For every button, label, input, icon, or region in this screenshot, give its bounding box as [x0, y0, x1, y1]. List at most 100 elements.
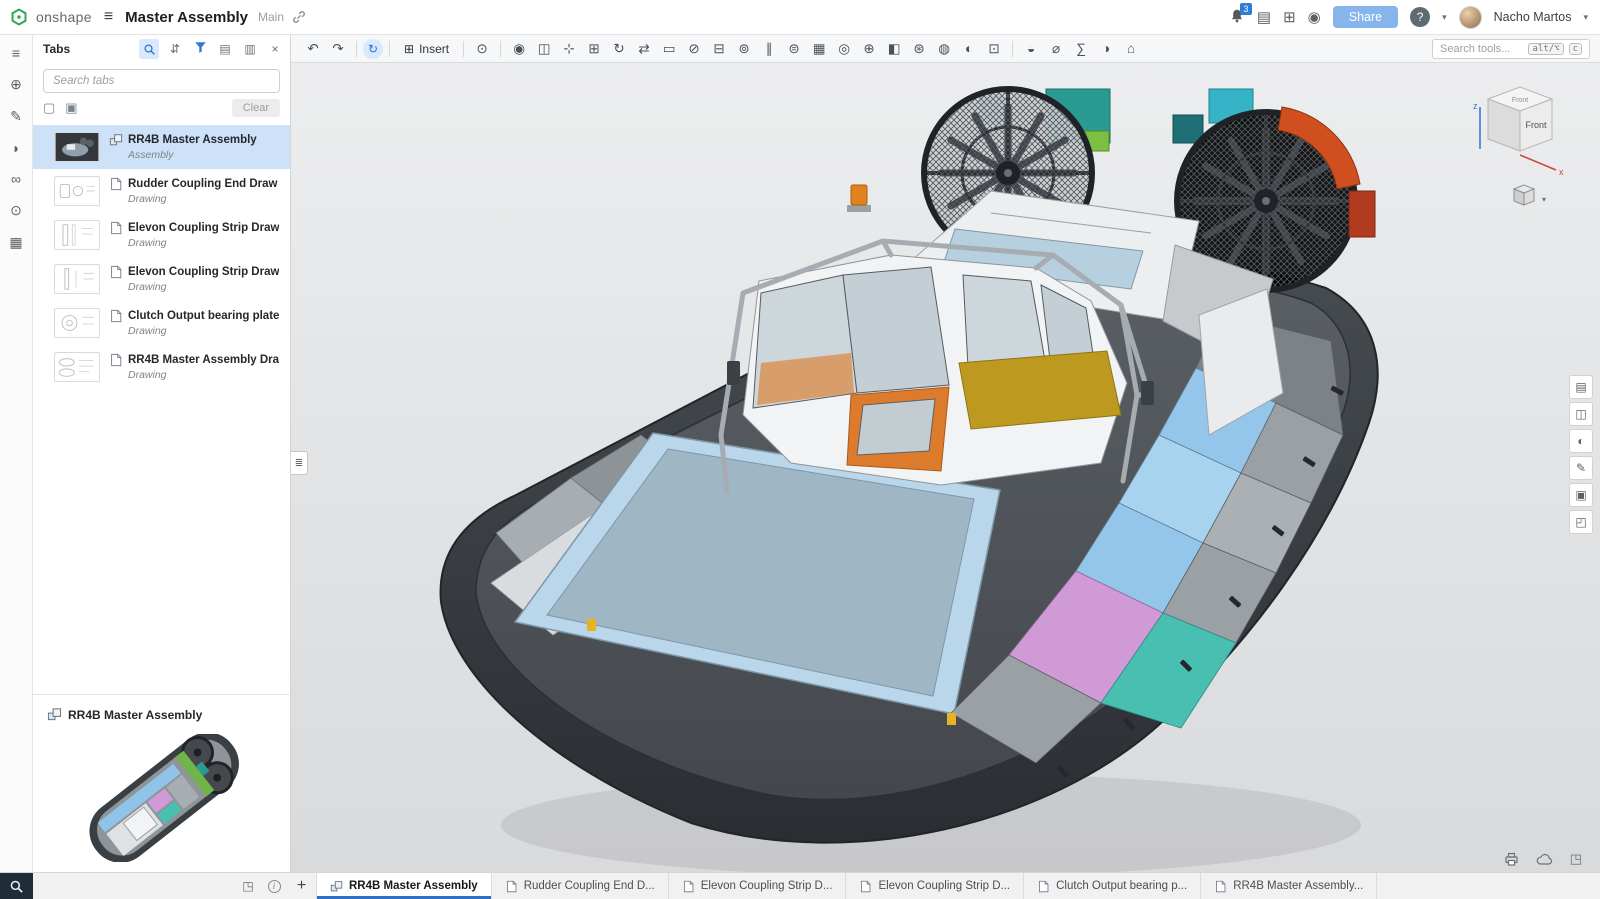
appearances-panel-icon[interactable]: ✎ [1569, 456, 1593, 480]
cylindrical-mate-icon[interactable]: ⊘ [682, 36, 706, 62]
add-tab-button[interactable]: + [287, 873, 317, 899]
updates-icon[interactable]: ◉ [1308, 8, 1321, 26]
bom-table-icon[interactable]: ▤ [1569, 375, 1593, 399]
view-options-cube-icon[interactable]: ▾ [1514, 185, 1546, 205]
history-tool-icon[interactable]: ⊙ [470, 36, 494, 62]
list-view-icon[interactable]: ▤ [216, 42, 234, 56]
panel-collapse-handle[interactable]: ≣ [291, 451, 308, 475]
cloud-sync-icon[interactable] [1536, 852, 1554, 866]
slider-mate-icon[interactable]: ⇄ [632, 36, 656, 62]
explode-icon[interactable]: ⊛ [907, 36, 931, 62]
undo-icon[interactable]: ↶ [301, 36, 325, 62]
search-tabs-icon[interactable] [139, 39, 159, 59]
user-avatar[interactable] [1459, 6, 1482, 29]
appearance-tool-icon[interactable]: ◑ [1094, 36, 1118, 62]
bottom-tab-master-assembly[interactable]: RR4B Master Assembly [317, 873, 492, 899]
document-menu-icon[interactable]: ≡ [104, 8, 113, 26]
fastened-mate-icon[interactable]: ⊞ [582, 36, 606, 62]
viewport-grid-icon[interactable]: ◳ [1570, 851, 1582, 867]
tab-list-item-rudder-coupling[interactable]: Rudder Coupling End Draw Drawing [33, 169, 290, 213]
tangent-mate-icon[interactable]: ⊜ [782, 36, 806, 62]
mate-icon[interactable]: ◉ [507, 36, 531, 62]
rollback-icon[interactable]: ↻ [363, 39, 383, 59]
user-menu-caret-icon[interactable]: ▾ [1583, 12, 1588, 23]
tab-list-item-elevon-strip-2[interactable]: Elevon Coupling Strip Draw Drawing [33, 257, 290, 301]
named-views-panel-icon[interactable]: ▣ [1569, 483, 1593, 507]
bottom-tab-elevon-strip-1[interactable]: Elevon Coupling Strip D... [669, 873, 847, 899]
appearance-icon[interactable]: ✎ [10, 108, 22, 125]
circular-pattern-icon[interactable]: ◎ [832, 36, 856, 62]
search-tabs-input[interactable] [43, 69, 280, 93]
preview-thumbnail [60, 734, 264, 862]
snapshot-icon[interactable]: ◍ [932, 36, 956, 62]
linear-pattern-icon[interactable]: ▦ [807, 36, 831, 62]
tabs-panel-header: Tabs ⇵ ▤ ▥ × [33, 35, 290, 63]
follow-mode-icon[interactable]: ⊕ [10, 76, 22, 93]
tab-item-label: Elevon Coupling Strip Draw [128, 266, 279, 278]
insert-button[interactable]: ⊞ Insert [396, 42, 457, 56]
axis-z-label: z [1473, 101, 1478, 111]
clear-filters-button[interactable]: Clear [232, 99, 280, 117]
mate-connector-icon[interactable]: ⊹ [557, 36, 581, 62]
replicate-icon[interactable]: ⊕ [857, 36, 881, 62]
tab-item-type: Drawing [128, 325, 279, 337]
share-link-icon[interactable] [292, 10, 306, 24]
tab-list-item-clutch-bearing[interactable]: Clutch Output bearing plate Drawing [33, 301, 290, 345]
filter-tabs-icon[interactable] [191, 41, 209, 57]
bottom-tab-master-drawing[interactable]: RR4B Master Assembly... [1201, 873, 1377, 899]
expand-tab-manager-icon[interactable]: ◳ [235, 873, 261, 899]
parallel-mate-icon[interactable]: ∥ [757, 36, 781, 62]
bottom-tab-elevon-strip-2[interactable]: Elevon Coupling Strip D... [846, 873, 1024, 899]
branch-label[interactable]: Main [258, 10, 284, 24]
search-tools-input[interactable]: Search tools... alt/⌥ c [1432, 39, 1590, 59]
help-caret-icon[interactable]: ▾ [1442, 12, 1447, 23]
3d-viewport-scene[interactable] [291, 63, 1600, 872]
tab-thumbnail [54, 132, 100, 162]
close-panel-icon[interactable]: × [266, 42, 284, 56]
preview-title: RR4B Master Assembly [68, 708, 202, 722]
mirror-icon[interactable]: ◧ [882, 36, 906, 62]
tab-list-item-master-drawing[interactable]: RR4B Master Assembly Dra Drawing [33, 345, 290, 389]
tables-icon[interactable]: ▦ [9, 234, 22, 251]
bottom-tab-clutch-bearing[interactable]: Clutch Output bearing p... [1024, 873, 1201, 899]
display-states-panel-icon[interactable]: ◐ [1569, 429, 1593, 453]
mass-properties-icon[interactable]: ∑ [1069, 36, 1093, 62]
outline-icon[interactable]: ≡ [12, 45, 20, 61]
linked-documents-icon[interactable]: ∞ [11, 171, 21, 187]
grid-view-icon[interactable]: ▥ [241, 42, 259, 56]
history-icon[interactable]: ⊙ [10, 202, 22, 219]
group-icon[interactable]: ◫ [532, 36, 556, 62]
pin-slot-mate-icon[interactable]: ⊟ [707, 36, 731, 62]
redo-icon[interactable]: ↷ [326, 36, 350, 62]
tab-list-item-master-assembly[interactable]: RR4B Master Assembly Assembly [33, 125, 290, 169]
notes-icon[interactable]: ▤ [1257, 8, 1271, 26]
comments-icon[interactable]: ◗ [12, 140, 20, 156]
document-search-button[interactable] [0, 873, 33, 899]
drawing-icon [1214, 880, 1227, 893]
bottom-tab-rudder-coupling[interactable]: Rudder Coupling End D... [492, 873, 669, 899]
sort-tabs-icon[interactable]: ⇵ [166, 42, 184, 56]
named-views-icon[interactable]: ⌂ [1119, 36, 1143, 62]
drawing-icon [859, 880, 872, 893]
print-icon[interactable] [1503, 852, 1520, 867]
tab-info-icon[interactable]: i [261, 873, 287, 899]
share-button[interactable]: Share [1333, 6, 1398, 28]
configurations-panel-icon[interactable]: ◫ [1569, 402, 1593, 426]
section-view-icon[interactable]: ◒ [1019, 36, 1043, 62]
planar-mate-icon[interactable]: ▭ [657, 36, 681, 62]
ball-mate-icon[interactable]: ⊚ [732, 36, 756, 62]
fullscreen-icon[interactable]: ◰ [1569, 510, 1593, 534]
notifications-bell-icon[interactable]: 3 [1229, 8, 1245, 27]
assembly-toolbar: ↶ ↷ ↻ ⊞ Insert ⊙ ◉ ◫ ⊹ ⊞ ↻ ⇄ ▭ ⊘ [291, 35, 1600, 63]
help-button[interactable]: ? [1410, 7, 1430, 27]
measure-icon[interactable]: ⌀ [1044, 36, 1068, 62]
3d-viewport[interactable]: ≣ Front Front z x ▾ [291, 63, 1600, 872]
revolute-mate-icon[interactable]: ↻ [607, 36, 631, 62]
tab-list-item-elevon-strip-1[interactable]: Elevon Coupling Strip Draw Drawing [33, 213, 290, 257]
apps-icon[interactable]: ⊞ [1283, 8, 1296, 26]
configurations-icon[interactable]: ⊡ [982, 36, 1006, 62]
view-cube[interactable]: Front Front z x ▾ [1458, 77, 1578, 213]
part-studio-filter-icon[interactable]: ▢ [43, 100, 55, 116]
drawing-filter-icon[interactable]: ▣ [65, 100, 77, 116]
display-states-icon[interactable]: ◐ [957, 36, 981, 62]
